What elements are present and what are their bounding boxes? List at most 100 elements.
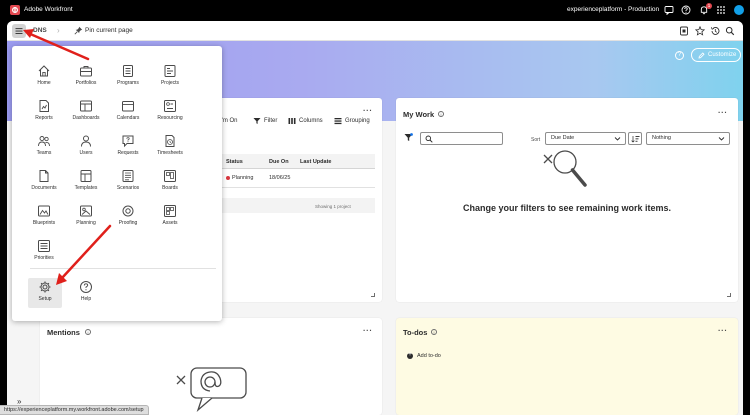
- mentions-info-icon[interactable]: i: [85, 329, 91, 335]
- projects-card-more-icon[interactable]: ···: [363, 106, 373, 115]
- pin-current-page-button[interactable]: Pin current page: [85, 27, 133, 34]
- menu-item-label: Users: [79, 150, 93, 156]
- menu-item-resourcing[interactable]: Resourcing: [153, 99, 187, 129]
- requests-icon: [122, 135, 134, 148]
- columns-icon[interactable]: [288, 117, 296, 127]
- my-work-filter-icon[interactable]: [404, 133, 413, 144]
- menu-item-proofing[interactable]: Proofing: [111, 204, 145, 234]
- menu-item-teams[interactable]: Teams: [27, 134, 61, 164]
- group-select[interactable]: Nothing: [646, 132, 730, 145]
- search-icon[interactable]: [725, 26, 735, 38]
- todos-info-icon[interactable]: i: [431, 329, 437, 335]
- banner-help-icon[interactable]: ?: [675, 51, 684, 60]
- menu-item-programs[interactable]: Programs: [111, 64, 145, 94]
- sort-select[interactable]: Due Date: [545, 132, 626, 145]
- menu-item-boards[interactable]: Boards: [153, 169, 187, 199]
- menu-item-documents[interactable]: Documents: [27, 169, 61, 199]
- menu-item-label: Help: [80, 296, 92, 302]
- todos-more-icon[interactable]: ···: [718, 326, 728, 335]
- menu-item-calendars[interactable]: Calendars: [111, 99, 145, 129]
- empty-state-message: Change your filters to see remaining wor…: [462, 203, 672, 213]
- filter-button[interactable]: Filter: [264, 118, 277, 124]
- menu-item-label: Projects: [160, 80, 180, 86]
- add-icon[interactable]: +: [407, 352, 413, 359]
- assigned-to-me-filter[interactable]: I'm On: [220, 118, 237, 124]
- menu-item-label: Home: [37, 80, 51, 86]
- menu-item-assets[interactable]: Assets: [153, 204, 187, 234]
- my-work-more-icon[interactable]: ···: [718, 108, 728, 117]
- menu-item-priorities[interactable]: Priorities: [27, 239, 61, 269]
- menu-item-requests[interactable]: Requests: [111, 134, 145, 164]
- column-header-last-update[interactable]: Last Update: [300, 159, 331, 165]
- menu-item-scenarios[interactable]: Scenarios: [111, 169, 145, 199]
- menu-item-planning[interactable]: Planning: [69, 204, 103, 234]
- menu-item-home[interactable]: Home: [27, 64, 61, 94]
- menu-item-users[interactable]: Users: [69, 134, 103, 164]
- teams-icon: [38, 136, 50, 147]
- feedback-icon[interactable]: [664, 5, 674, 16]
- filter-icon[interactable]: [253, 117, 261, 127]
- menu-item-label: Portfolios: [75, 80, 97, 86]
- my-work-card: [396, 98, 738, 302]
- shortcut-icon[interactable]: [679, 26, 689, 38]
- history-icon[interactable]: [710, 26, 720, 38]
- projects-icon: [164, 65, 176, 77]
- menu-item-setup[interactable]: Setup: [28, 278, 62, 308]
- help-icon: [80, 281, 92, 293]
- menu-item-dashboards[interactable]: Dashboards: [69, 99, 103, 129]
- menu-item-timesheets[interactable]: Timesheets: [153, 134, 187, 164]
- menu-item-label: Assets: [162, 220, 178, 226]
- sort-label: Sort: [531, 137, 541, 143]
- menu-item-label: Requests: [117, 150, 139, 156]
- search-icon: [425, 135, 433, 143]
- app-switcher-icon[interactable]: [716, 5, 726, 15]
- documents-icon: [39, 170, 49, 182]
- column-header-status[interactable]: Status: [226, 159, 243, 165]
- column-header-due-on[interactable]: Due On: [269, 159, 289, 165]
- menu-item-help[interactable]: Help: [69, 278, 103, 308]
- hamburger-icon: [15, 28, 23, 34]
- calendar-icon: [122, 101, 134, 112]
- breadcrumb[interactable]: DNS: [33, 27, 47, 34]
- my-work-search-input[interactable]: [420, 132, 503, 145]
- my-work-title: My Work: [403, 110, 435, 119]
- menu-item-label: Resourcing: [157, 115, 183, 121]
- sub-toolbar: DNS › Pin current page: [7, 21, 743, 41]
- menu-item-reports[interactable]: Reports: [27, 99, 61, 129]
- menu-item-projects[interactable]: Projects: [153, 64, 187, 94]
- projects-table-footer: [222, 198, 375, 213]
- star-icon[interactable]: [694, 25, 706, 38]
- columns-button[interactable]: Columns: [299, 118, 323, 124]
- resourcing-icon: [164, 100, 176, 112]
- user-avatar[interactable]: [734, 5, 744, 15]
- mentions-more-icon[interactable]: ···: [363, 326, 373, 335]
- menu-item-label: Blueprints: [32, 220, 56, 226]
- my-work-resize-handle[interactable]: [727, 293, 731, 297]
- menu-item-label: Reports: [35, 115, 53, 121]
- notification-badge: 1: [706, 3, 712, 9]
- grouping-button[interactable]: Grouping: [345, 118, 370, 124]
- environment-selector[interactable]: experienceplatform - Production: [567, 6, 659, 13]
- grouping-icon[interactable]: [334, 117, 342, 127]
- sort-direction-button[interactable]: [628, 132, 642, 145]
- no-results-search-icon: [541, 148, 589, 192]
- row-status: Planning: [232, 175, 254, 181]
- add-todo-button[interactable]: Add to-do: [417, 353, 441, 359]
- adobe-logo-icon[interactable]: [10, 5, 20, 15]
- showing-count: Showing 1 project: [315, 204, 351, 209]
- timesheets-icon: [165, 135, 175, 147]
- my-work-info-icon[interactable]: i: [438, 111, 444, 117]
- pin-icon[interactable]: [74, 26, 83, 37]
- blueprints-icon: [38, 205, 50, 217]
- main-menu-button[interactable]: [12, 24, 26, 38]
- boards-icon: [164, 170, 176, 182]
- help-icon[interactable]: [681, 5, 691, 15]
- menu-item-templates[interactable]: Templates: [69, 169, 103, 199]
- menu-item-blueprints[interactable]: Blueprints: [27, 204, 61, 234]
- assets-icon: [164, 205, 176, 217]
- menu-item-portfolios[interactable]: Portfolios: [69, 64, 103, 94]
- projects-resize-handle[interactable]: [371, 293, 375, 297]
- todos-title: To-dos: [403, 328, 428, 337]
- main-menu-panel: Home Portfolios Programs Projects Report…: [12, 46, 222, 321]
- customize-button[interactable]: Customize: [691, 48, 741, 62]
